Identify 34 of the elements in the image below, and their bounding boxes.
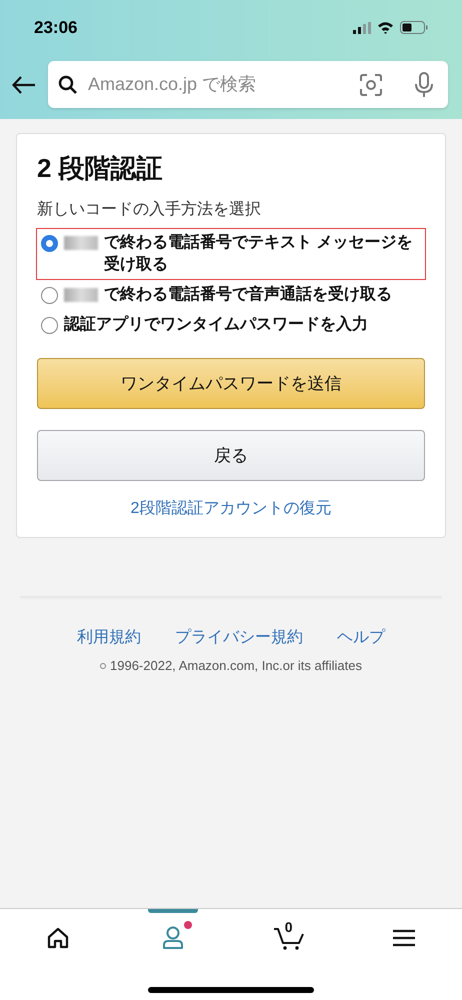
search-field[interactable]: Amazon.co.jp で検索 [88,71,350,98]
search-icon [58,74,78,94]
copyright-icon [100,662,106,669]
microphone-icon[interactable] [414,72,434,98]
radio-button[interactable] [41,235,58,252]
cart-count: 0 [284,918,293,937]
menu-icon [393,929,416,947]
radio-button[interactable] [41,317,58,334]
radio-option[interactable]: 認証アプリでワンタイムパスワードを入力 [36,310,426,340]
camera-scan-icon[interactable] [360,74,382,96]
account-recovery-link[interactable]: 2段階認証アカウントの復元 [130,497,332,521]
back-button[interactable]: 戻る [37,430,425,481]
search-bar[interactable]: Amazon.co.jp で検索 [48,61,448,108]
instruction-text: 新しいコードの入手方法を選択 [37,200,262,220]
footer-link[interactable]: 利用規約 [77,626,141,650]
signal-icon [353,22,371,34]
send-password-button[interactable]: ワンタイムパスワードを送信 [37,358,425,409]
radio-option[interactable]: で終わる電話番号で音声通話を受け取る [36,280,426,310]
footer-link[interactable]: プライバシー規約 [175,626,303,650]
person-icon [162,926,184,950]
option-label: 認証アプリでワンタイムパスワードを入力 [64,314,369,335]
home-icon [46,927,70,949]
copyright-text: 1996-2022, Amazon.com, Inc.or its affiliates [110,657,362,675]
radio-option[interactable]: で終わる電話番号でテキスト メッセージを受け取る [36,228,426,280]
battery-icon [400,21,428,34]
back-arrow-icon[interactable] [12,76,36,94]
footer-link[interactable]: ヘルプ [337,626,385,650]
wifi-icon [377,21,394,34]
radio-button[interactable] [41,287,58,304]
option-label: で終わる電話番号でテキスト メッセージを受け取る [104,232,414,275]
status-time: 23:06 [34,16,78,39]
page-title: 2 段階認証 [37,152,164,185]
option-label: で終わる電話番号で音声通話を受け取る [104,284,393,305]
tab-bar-item[interactable]: 0 [231,909,346,967]
